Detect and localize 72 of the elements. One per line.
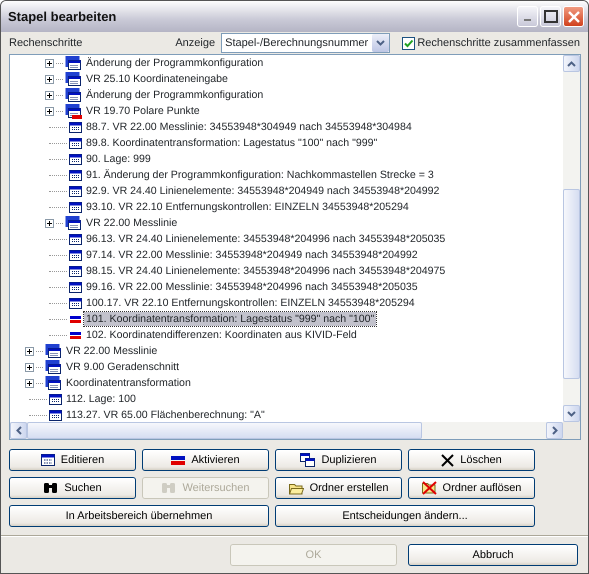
tree-item[interactable]: 99.16. VR 22.00 Messlinie: 34553948*204996 nach 34553948*205035 [84, 280, 420, 294]
caret-icon [552, 426, 558, 435]
expand-toggle[interactable] [45, 58, 54, 68]
expand-toggle[interactable] [45, 106, 54, 116]
tree-item[interactable]: 102. Koordinatendifferenzen: Koordinaten aus KIVID-Feld [84, 328, 359, 342]
tree-item[interactable]: 97.14. VR 22.00 Messlinie: 34553948*204949 nach 34553948*204992 [84, 248, 420, 262]
tree-item[interactable]: 100.17. VR 22.10 Entfernungskontrollen: EINZELN 34553948*205294 [84, 296, 417, 310]
dialog-button[interactable]: Abbruch [408, 544, 578, 566]
vertical-scrollbar[interactable] [563, 55, 580, 422]
display-dropdown[interactable]: Stapel-/Berechnungsnummer [221, 33, 390, 53]
section-label: Rechenschritte [9, 36, 82, 51]
folder-icon [288, 482, 304, 494]
checkbox-label: Rechenschritte zusammenfassen [417, 36, 580, 51]
combine-checkbox[interactable] [402, 36, 415, 50]
action-button[interactable]: In Arbeitsbereich übernehmen [9, 505, 269, 527]
tree-item[interactable]: 96.13. VR 24.40 Linienelemente: 34553948*204996 nach 34553948*205035 [84, 232, 448, 246]
table-icon [40, 454, 55, 466]
tree-item[interactable]: 91. Änderung der Programmkonfiguration: Nachkommastellen Strecke = 3 [84, 168, 436, 182]
tree-item[interactable]: VR 9.00 Geradenschnitt [64, 360, 182, 374]
action-button[interactable]: Entscheidungen ändern... [275, 505, 535, 527]
horizontal-scrollbar[interactable] [10, 422, 563, 439]
tree-item[interactable]: VR 22.00 Messlinie [64, 344, 160, 358]
scrollbar-corner [563, 422, 580, 439]
minimize-icon [524, 19, 531, 21]
tree-item[interactable]: 93.10. VR 22.10 Entfernungskontrollen: EINZELN 34553948*205294 [84, 200, 411, 214]
caret-icon [376, 40, 386, 46]
tree-item[interactable]: Koordinatentransformation [64, 376, 193, 390]
action-button[interactable]: Editieren [9, 449, 136, 471]
tree-item[interactable]: 112. Lage: 100 [64, 392, 138, 406]
maximize-icon [541, 7, 560, 26]
tree-item[interactable]: 92.9. VR 24.40 Linienelemente: 34553948*204949 nach 34553948*204992 [84, 184, 442, 198]
tree-item[interactable]: VR 25.10 Koordinateneingabe [84, 72, 230, 86]
action-button[interactable]: Suchen [9, 477, 136, 499]
tree-item[interactable]: 90. Lage: 999 [84, 152, 153, 166]
expand-toggle[interactable] [25, 346, 34, 356]
tree-item[interactable]: Änderung der Programmkonfiguration [84, 56, 266, 70]
tree-item[interactable]: VR 22.00 Messlinie [84, 216, 180, 230]
scroll-up-button[interactable] [563, 55, 580, 72]
folder-icon [422, 481, 437, 495]
caret-icon [567, 410, 576, 416]
expand-toggle[interactable] [25, 378, 34, 388]
close-icon [441, 454, 454, 466]
action-button[interactable]: Duplizieren [275, 449, 402, 471]
expand-toggle[interactable] [45, 74, 54, 84]
scroll-thumb[interactable] [563, 189, 580, 379]
minimize-button[interactable] [517, 6, 538, 27]
action-button[interactable]: Ordner erstellen [275, 477, 402, 499]
scroll-left-button[interactable] [10, 422, 27, 439]
action-button[interactable]: Aktivieren [142, 449, 269, 471]
action-button[interactable]: Löschen [408, 449, 535, 471]
caret-icon [567, 60, 576, 66]
tree-item[interactable]: Änderung der Programmkonfiguration [84, 88, 266, 102]
tree-item[interactable]: 88.7. VR 22.00 Messlinie: 34553948*304949 nach 34553948*304984 [84, 120, 414, 134]
tree-item[interactable]: 101. Koordinatentransformation: Lagestatus "999" nach "100" [84, 312, 376, 326]
caret-icon [16, 426, 22, 435]
maximize-button[interactable] [540, 6, 561, 27]
tree-item[interactable]: 89.8. Koordinatentransformation: Lagestatus "100" nach "999" [84, 136, 380, 150]
expand-toggle[interactable] [45, 90, 54, 100]
stripes-icon [171, 454, 186, 466]
action-button[interactable]: Ordner auflösen [408, 477, 535, 499]
tree-item[interactable]: 98.15. VR 24.40 Linienelemente: 34553948*204996 nach 34553948*204975 [84, 264, 448, 278]
copy-icon [300, 453, 316, 467]
tree-item[interactable]: VR 19.70 Polare Punkte [84, 104, 202, 118]
close-button[interactable] [563, 6, 584, 27]
window-title: Stapel bearbeiten [8, 8, 118, 26]
scroll-thumb[interactable] [27, 422, 422, 439]
display-label: Anzeige [175, 36, 216, 51]
tree-item[interactable]: 113.27. VR 65.00 Flächenberechnung: "A" [64, 408, 267, 422]
scroll-right-button[interactable] [546, 422, 563, 439]
expand-toggle[interactable] [25, 362, 34, 372]
expand-toggle[interactable] [45, 218, 54, 228]
scroll-down-button[interactable] [563, 405, 580, 422]
